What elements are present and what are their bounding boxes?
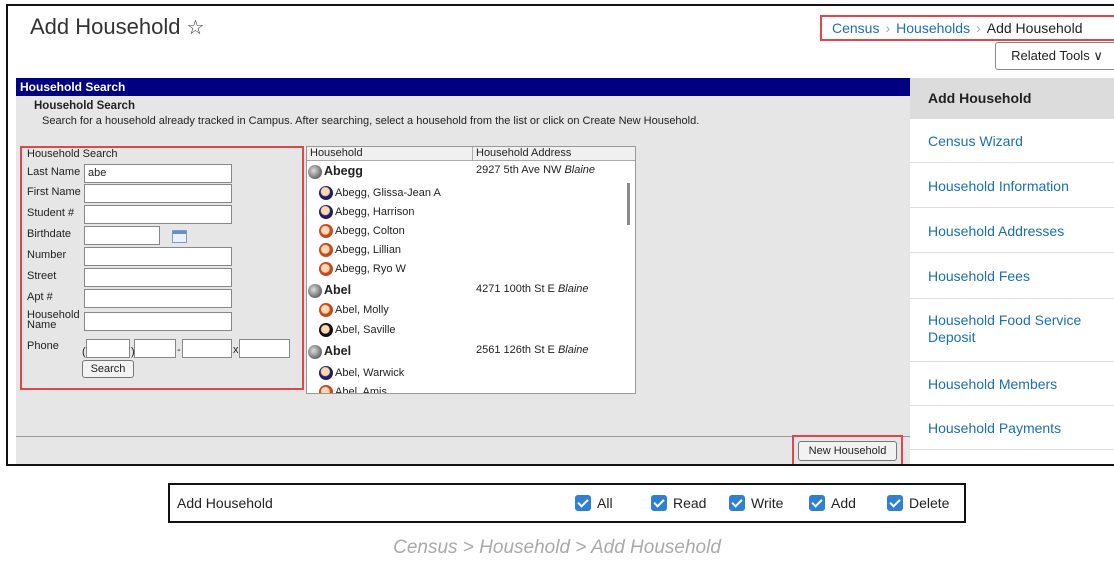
permission-tool-label: Add Household xyxy=(177,495,273,511)
household-address: 4271 100th St E Blaine xyxy=(476,283,589,295)
birthdate-input[interactable] xyxy=(84,226,160,245)
checkbox-add[interactable] xyxy=(809,495,825,511)
guardian-icon xyxy=(319,243,333,257)
phone-label: Phone xyxy=(27,340,59,352)
student-icon xyxy=(319,366,333,380)
birthdate-label: Birthdate xyxy=(27,228,72,240)
chevron-right-icon: › xyxy=(885,20,891,36)
search-form: Household Search Last Name abe First Nam… xyxy=(20,146,304,390)
sidebar: Add Household Census Wizard Household In… xyxy=(910,78,1114,464)
household-entry[interactable]: Abel xyxy=(308,283,351,299)
member-entry[interactable]: Abel, Warwick xyxy=(319,366,404,380)
checkbox-read[interactable] xyxy=(651,495,667,511)
panel-description: Search for a household already tracked i… xyxy=(42,115,700,127)
breadcrumb-current: Add Household xyxy=(986,20,1083,36)
student-icon xyxy=(319,205,333,219)
household-icon xyxy=(308,345,322,360)
phone-dash: - xyxy=(177,344,181,356)
sidebar-item-census-wizard[interactable]: Census Wizard xyxy=(910,120,1114,163)
breadcrumb: Census › Households › Add Household xyxy=(820,15,1114,41)
member-entry[interactable]: Abegg, Glissa-Jean A xyxy=(319,186,441,200)
person-icon xyxy=(319,323,333,337)
household-address: 2561 126th St E Blaine xyxy=(476,344,589,356)
household-icon xyxy=(308,284,322,299)
calendar-icon[interactable] xyxy=(172,230,187,243)
sidebar-item-household-information[interactable]: Household Information xyxy=(910,164,1114,208)
chevron-right-icon: › xyxy=(976,20,981,36)
household-results-list: Household Household Address Abegg 2927 5… xyxy=(306,146,636,394)
checkbox-read-label: Read xyxy=(673,495,707,511)
guardian-icon xyxy=(319,303,333,317)
sidebar-item-household-members[interactable]: Household Members xyxy=(910,363,1114,406)
chevron-down-icon: ∨ xyxy=(1093,48,1103,63)
household-address: 2927 5th Ave NW Blaine xyxy=(476,164,596,176)
form-title: Household Search xyxy=(27,148,118,160)
student-number-label: Student # xyxy=(27,207,75,219)
phone-line-input[interactable] xyxy=(182,339,232,358)
checkbox-all[interactable] xyxy=(575,495,591,511)
household-entry[interactable]: Abegg xyxy=(308,164,363,180)
phone-ext-input[interactable] xyxy=(239,339,290,358)
sidebar-item-household-payments[interactable]: Household Payments xyxy=(910,407,1114,450)
member-entry[interactable]: Abegg, Lillian xyxy=(319,243,401,257)
sidebar-item-household-food-service-deposit[interactable]: Household Food Service Deposit xyxy=(910,300,1114,362)
guardian-icon xyxy=(319,385,333,393)
last-name-input[interactable]: abe xyxy=(84,164,232,183)
search-button[interactable]: Search xyxy=(82,360,134,378)
street-label: Street xyxy=(27,270,57,282)
student-icon xyxy=(319,186,333,200)
guardian-icon xyxy=(319,224,333,238)
panel-subheader: Household Search xyxy=(34,100,135,112)
household-name-label: Household Name xyxy=(27,309,80,331)
sidebar-item-add-household[interactable]: Add Household xyxy=(910,78,1114,119)
member-entry[interactable]: Abegg, Ryo W xyxy=(319,262,406,276)
panel-header: Household Search xyxy=(16,78,916,96)
household-icon xyxy=(308,165,322,180)
checkbox-write-label: Write xyxy=(751,495,784,511)
phone-area-input[interactable] xyxy=(86,339,130,358)
page-title: Add Household ☆ xyxy=(30,14,205,39)
phone-ext-label: x xyxy=(233,344,239,356)
last-name-label: Last Name xyxy=(27,166,81,178)
number-input[interactable] xyxy=(84,247,232,266)
first-name-input[interactable] xyxy=(84,184,232,203)
checkbox-add-label: Add xyxy=(831,495,856,511)
member-entry[interactable]: Abegg, Colton xyxy=(319,224,405,238)
phone-prefix-input[interactable] xyxy=(134,339,176,358)
apt-input[interactable] xyxy=(84,289,232,308)
street-input[interactable] xyxy=(84,268,232,287)
apt-label: Apt # xyxy=(27,291,53,303)
member-entry[interactable]: Abel, Amis xyxy=(319,385,387,393)
scrollbar-thumb[interactable] xyxy=(627,183,630,225)
household-entry[interactable]: Abel xyxy=(308,344,351,360)
sidebar-item-household-fees[interactable]: Household Fees xyxy=(910,254,1114,299)
student-number-input[interactable] xyxy=(84,205,232,224)
column-header-household[interactable]: Household xyxy=(307,147,473,161)
member-entry[interactable]: Abel, Saville xyxy=(319,323,396,337)
breadcrumb-households[interactable]: Households xyxy=(896,20,970,36)
new-household-button[interactable]: New Household xyxy=(798,441,897,461)
first-name-label: First Name xyxy=(27,186,81,198)
household-name-input[interactable] xyxy=(84,312,232,331)
household-search-panel: Household Search Household Search Search… xyxy=(16,78,916,464)
checkbox-delete[interactable] xyxy=(887,495,903,511)
guardian-icon xyxy=(319,262,333,276)
sidebar-item-household-addresses[interactable]: Household Addresses xyxy=(910,209,1114,253)
app-window: Add Household ☆ Census › Households › Add Hou… xyxy=(6,4,1114,466)
breadcrumb-census[interactable]: Census xyxy=(832,20,879,36)
new-household-highlight: New Household xyxy=(792,435,903,464)
number-label: Number xyxy=(27,249,67,261)
member-entry[interactable]: Abegg, Harrison xyxy=(319,205,415,219)
member-entry[interactable]: Abel, Molly xyxy=(319,303,389,317)
star-icon[interactable]: ☆ xyxy=(186,17,204,39)
image-caption: Census > Household > Add Household xyxy=(393,537,721,558)
checkbox-delete-label: Delete xyxy=(909,495,950,511)
related-tools-button[interactable]: Related Tools ∨ xyxy=(995,42,1114,70)
column-header-address[interactable]: Household Address xyxy=(473,147,635,161)
permissions-row: Add Household All Read Write Add Delete xyxy=(168,483,966,523)
checkbox-write[interactable] xyxy=(729,495,745,511)
checkbox-all-label: All xyxy=(597,495,613,511)
divider xyxy=(16,436,916,437)
